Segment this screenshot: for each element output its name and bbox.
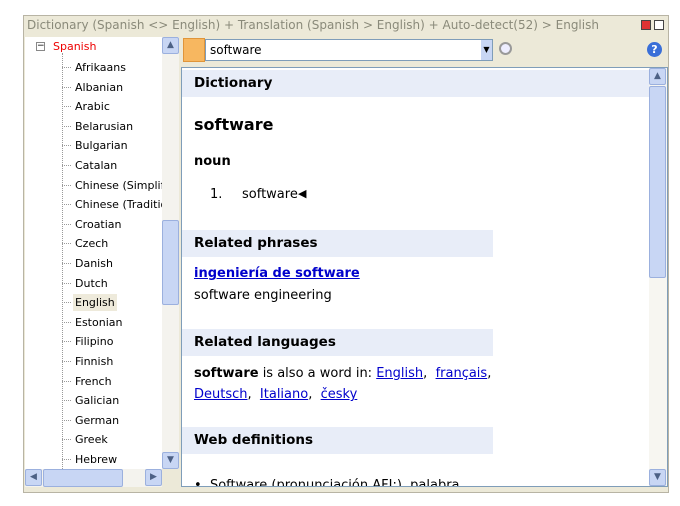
search-icon[interactable] [499,42,512,55]
tree-line [62,185,71,186]
web-definitions-header: Web definitions [182,427,493,454]
tree-item[interactable]: English [73,294,117,311]
tree-line [62,302,71,303]
related-languages-header: Related languages [182,329,493,356]
related-phrases-header: Related phrases [182,230,493,257]
tree-line [62,87,71,88]
tree-item[interactable]: Czech [73,235,110,252]
content-scroll-up-button[interactable]: ▲ [649,68,666,85]
tree-line [62,400,71,401]
phrase-link[interactable]: ingeniería de software [194,266,360,281]
definition-number: 1. [210,187,222,202]
tree-item[interactable]: Filipino [73,333,115,350]
tree-item[interactable]: Greek [73,431,110,448]
tree-line [62,224,71,225]
speaker-icon[interactable]: ◀ [298,187,306,200]
dropdown-arrow-icon[interactable]: ▼ [481,40,492,60]
tree-item[interactable]: Chinese (Traditional) [73,196,162,213]
web-definition-item: Software (pronunciación AFI:), palabra [210,478,460,487]
also-word-text: is also a word in: [259,366,377,381]
content-scroll-thumb[interactable] [649,86,666,278]
tree-line [62,420,71,421]
tree-item[interactable]: Arabic [73,98,112,115]
definition: software [242,187,298,202]
results-pane: Dictionary software noun 1. software ◀ R… [181,67,668,487]
content-vertical-scrollbar[interactable]: ▲ ▼ [649,68,667,486]
tree-line [62,53,63,469]
tree-line [62,322,71,323]
tree-line [62,459,71,460]
tree-line [62,165,71,166]
dictionary-header: Dictionary [182,70,652,97]
tree-line [62,243,71,244]
scroll-right-button[interactable]: ▶ [145,469,162,486]
tree-item[interactable]: Danish [73,255,115,272]
tree-item[interactable]: Bulgarian [73,137,130,154]
tree-item[interactable]: Croatian [73,216,124,233]
content-scroll-down-button[interactable]: ▼ [649,469,666,486]
tree-item[interactable]: Dutch [73,275,110,292]
tree-item[interactable]: Finnish [73,353,115,370]
tree-item[interactable]: Hebrew [73,451,119,468]
scroll-thumb[interactable] [162,220,179,305]
phrase-translation: software engineering [194,288,332,303]
search-value: software [210,43,262,57]
lang-link-deutsch[interactable]: Deutsch [194,387,248,402]
tree-item[interactable]: Chinese (Simplified) [73,177,162,194]
tree-line [62,67,71,68]
scroll-up-button[interactable]: ▲ [162,37,179,54]
tree-horizontal-scrollbar[interactable]: ◀ ▶ [25,469,162,487]
collapse-icon[interactable]: − [36,42,45,51]
tree-line [62,145,71,146]
tree-line [62,126,71,127]
tree-line [62,263,71,264]
tree-item[interactable]: Galician [73,392,121,409]
tree-line [62,341,71,342]
lang-link-english[interactable]: English [376,366,423,381]
tree-line [62,283,71,284]
language-tree: − Spanish Afrikaans Albanian Arabic Belarus… [25,37,162,469]
window-title: Dictionary (Spanish <> English) + Transl… [27,18,599,32]
h-scroll-thumb[interactable] [43,469,123,487]
tree-item[interactable]: Estonian [73,314,124,331]
tree-line [62,381,71,382]
tree-root-spanish[interactable]: Spanish [53,40,96,53]
tree-item[interactable]: Belarusian [73,118,135,135]
lang-link-francais[interactable]: français [436,366,488,381]
tree-item[interactable]: Catalan [73,157,119,174]
tree-item[interactable]: Afrikaans [73,59,128,76]
lang-link-italiano[interactable]: Italiano [260,387,308,402]
maximize-button[interactable] [654,20,664,30]
app-logo-icon[interactable] [183,38,205,62]
tree-vertical-scrollbar[interactable]: ▲ ▼ [162,37,179,469]
lang-link-cesky[interactable]: česky [321,387,358,402]
app-window: Dictionary (Spanish <> English) + Transl… [23,15,669,493]
tree-line [62,439,71,440]
tree-item[interactable]: German [73,412,121,429]
word: software [194,366,259,381]
scroll-left-button[interactable]: ◀ [25,469,42,486]
tree-item[interactable]: French [73,373,114,390]
tree-item[interactable]: Albanian [73,79,125,96]
pin-icon[interactable] [641,20,651,30]
tree-line [62,106,71,107]
tree-line [62,204,71,205]
scroll-down-button[interactable]: ▼ [162,452,179,469]
search-input[interactable]: software ▼ [205,39,493,61]
help-icon[interactable]: ? [647,42,662,57]
toolbar: software ▼ ? [181,37,668,64]
headword: software [194,115,273,134]
tree-line [62,361,71,362]
part-of-speech: noun [194,154,231,169]
